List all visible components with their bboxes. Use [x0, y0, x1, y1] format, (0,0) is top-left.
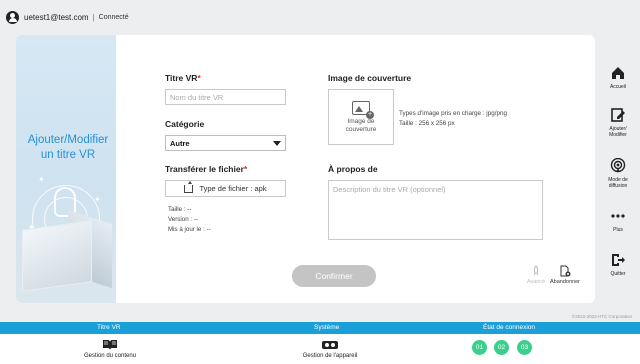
title-input-placeholder: Nom du titre VR — [170, 92, 224, 102]
user-avatar-icon[interactable] — [6, 10, 19, 24]
sidebar-item-exit[interactable]: Quitter — [600, 252, 636, 277]
rocket-icon — [530, 265, 542, 277]
upload-label-text: Transférer le fichier — [165, 164, 244, 174]
sidebar-item-more[interactable]: Plus — [600, 208, 636, 233]
upload-button-label: Type de fichier : apk — [199, 184, 267, 193]
bar-label-connection: État de connexion — [483, 324, 536, 331]
cover-label: Image de couverture — [328, 73, 412, 83]
cover-hint-size: Taille : 256 x 256 px — [399, 120, 455, 127]
cover-hint-types: Types d'image pris en charge : jpg/png — [399, 110, 507, 117]
confirm-button-label: Confirmer — [315, 271, 353, 281]
sidebar-item-broadcast[interactable]: Mode de diffusion — [600, 157, 636, 189]
sidebar-label-exit: Quitter — [610, 271, 626, 277]
device-management-label: Gestion de l'appareil — [302, 353, 358, 359]
connection-dot-03[interactable]: 03 — [517, 340, 532, 355]
content-management-button[interactable]: Gestion du contenu — [78, 339, 142, 359]
category-select[interactable]: Autre — [165, 135, 286, 151]
sidebar-label-edit: Ajouter/ Modifier — [609, 126, 627, 138]
connection-dot-01[interactable]: 01 — [472, 340, 487, 355]
discard-file-icon — [559, 265, 571, 277]
chevron-down-icon — [273, 140, 281, 146]
file-meta: Taille : -- Version : -- Mis à jour le :… — [168, 205, 211, 235]
user-bar: uetest1@test.com | Connecté — [6, 8, 129, 26]
device-management-button[interactable]: Gestion de l'appareil — [296, 339, 364, 359]
home-icon — [610, 65, 626, 81]
upload-file-button[interactable]: Type de fichier : apk — [165, 180, 286, 197]
hero-box-front — [22, 220, 92, 292]
about-textarea[interactable]: Description du titre VR (optionnel) — [328, 180, 543, 240]
title-label-text: Titre VR — [165, 73, 198, 83]
content-management-label: Gestion du contenu — [83, 353, 137, 359]
file-updated: Mis à jour le : -- — [168, 226, 211, 233]
edit-icon — [610, 107, 626, 123]
more-icon — [610, 208, 626, 224]
separator: | — [92, 12, 95, 22]
vr-headset-icon — [322, 341, 338, 349]
bar-label-system: Système — [314, 324, 340, 331]
user-email: uetest1@test.com — [24, 12, 89, 22]
title-input[interactable]: Nom du titre VR — [165, 89, 286, 105]
hero-title: Ajouter/Modifier un titre VR — [27, 134, 109, 161]
about-label: À propos de — [328, 164, 378, 174]
book-icon — [103, 340, 117, 350]
sidebar-label-more: Plus — [613, 227, 623, 233]
cover-hint: Types d'image pris en charge : jpg/png T… — [399, 109, 507, 129]
upload-icon — [184, 180, 194, 193]
upload-label: Transférer le fichier* — [165, 164, 247, 174]
sparkle-icon: ✦ — [94, 195, 101, 204]
confirm-button[interactable]: Confirmer — [292, 265, 376, 287]
add-image-icon — [352, 100, 374, 119]
category-label: Catégorie — [165, 119, 205, 129]
title-label: Titre VR* — [165, 73, 201, 83]
sidebar-item-edit[interactable]: Ajouter/ Modifier — [600, 107, 636, 138]
file-version: Version : -- — [168, 216, 198, 223]
edit-vr-title-card: ✦ ✦ ✦ Ajouter/Modifier un titre VR Titre… — [16, 35, 595, 303]
hero-panel: ✦ ✦ ✦ Ajouter/Modifier un titre VR — [16, 35, 116, 303]
advanced-label: Avancé — [526, 279, 546, 285]
bar-label-vr-title: Titre VR — [97, 324, 121, 331]
category-value: Autre — [170, 138, 190, 148]
sidebar-label-home: Accueil — [609, 84, 627, 90]
required-mark: * — [243, 164, 248, 174]
abandon-button[interactable]: Abandonner — [548, 265, 582, 285]
advanced-button[interactable]: Avancé — [524, 265, 548, 285]
sparkle-icon: ✦ — [38, 175, 45, 184]
exit-icon — [610, 252, 626, 268]
abandon-label: Abandonner — [550, 279, 580, 285]
broadcast-icon — [610, 157, 626, 174]
status-bar: Titre VR Système État de connexion — [0, 322, 640, 334]
connection-dot-02[interactable]: 02 — [494, 340, 509, 355]
connection-status: Connecté — [98, 13, 129, 21]
cover-box-label: Image de couverture — [345, 117, 377, 133]
file-size: Taille : -- — [168, 206, 192, 213]
bottom-panel: Gestion du contenu Gestion de l'appareil — [0, 334, 640, 364]
copyright: ©2022-2023 HTC Corporation — [571, 314, 632, 319]
sidebar-label-broadcast: Mode de diffusion — [608, 177, 628, 189]
about-placeholder: Description du titre VR (optionnel) — [333, 185, 446, 194]
cover-image-upload[interactable]: Image de couverture — [328, 89, 394, 145]
sidebar-item-home[interactable]: Accueil — [600, 65, 636, 90]
required-mark: * — [197, 73, 201, 83]
